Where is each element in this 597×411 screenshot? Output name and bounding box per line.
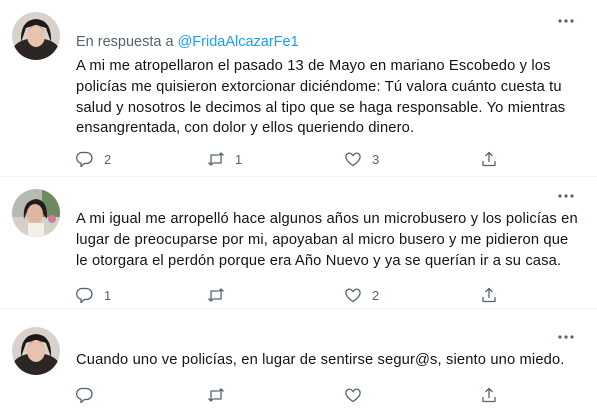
reply-to: En respuesta a @FridaAlcazarFe1 [76,34,299,50]
like-count: 3 [372,151,380,167]
avatar[interactable] [12,189,60,237]
like-count: 2 [372,287,380,303]
tweet-3[interactable]: Cuando uno ve policías, en lugar de sent… [0,309,597,411]
tweet-text: A mi me atropellaron el pasado 13 de May… [76,58,566,137]
avatar[interactable] [12,12,60,60]
retweet-button[interactable] [207,284,235,306]
reply-icon [76,151,93,168]
tweet-1[interactable]: En respuesta a @FridaAlcazarFe1 A mi me … [0,0,597,176]
more-icon[interactable] [557,328,575,346]
reply-button[interactable]: 2 [76,148,111,170]
like-icon [345,152,361,167]
more-icon[interactable] [557,187,575,205]
share-icon [482,387,496,403]
like-button[interactable]: 3 [344,148,379,170]
reply-count: 2 [104,151,112,167]
like-icon [345,388,361,403]
tweet-actions [76,384,506,406]
more-icon[interactable] [557,12,575,30]
reply-icon [76,387,93,404]
share-icon [482,151,496,167]
tweet-text: A mi igual me arropelló hace algunos año… [76,211,578,269]
like-button[interactable]: 2 [344,284,379,306]
tweet-actions: 1 2 [76,284,506,306]
retweet-icon [208,288,224,302]
share-button[interactable] [480,284,498,306]
tweet-2[interactable]: A mi igual me arropelló hace algunos año… [0,177,597,308]
reply-icon [76,287,93,304]
reply-count: 1 [104,287,112,303]
reply-button[interactable]: 1 [76,284,111,306]
share-button[interactable] [480,384,498,406]
reply-handle-link[interactable]: @FridaAlcazarFe1 [178,34,299,50]
retweet-button[interactable]: 1 [207,148,242,170]
reply-button[interactable] [76,384,104,406]
avatar[interactable] [12,327,60,375]
share-button[interactable] [480,148,498,170]
retweet-count: 1 [235,151,243,167]
tweet-actions: 2 1 3 [76,148,506,170]
like-button[interactable] [344,384,372,406]
retweet-button[interactable] [207,384,235,406]
like-icon [345,288,361,303]
retweet-icon [208,152,224,166]
tweet-text: Cuando uno ve policías, en lugar de sent… [76,352,565,368]
reply-prefix: En respuesta a [76,34,174,50]
retweet-icon [208,388,224,402]
share-icon [482,287,496,303]
